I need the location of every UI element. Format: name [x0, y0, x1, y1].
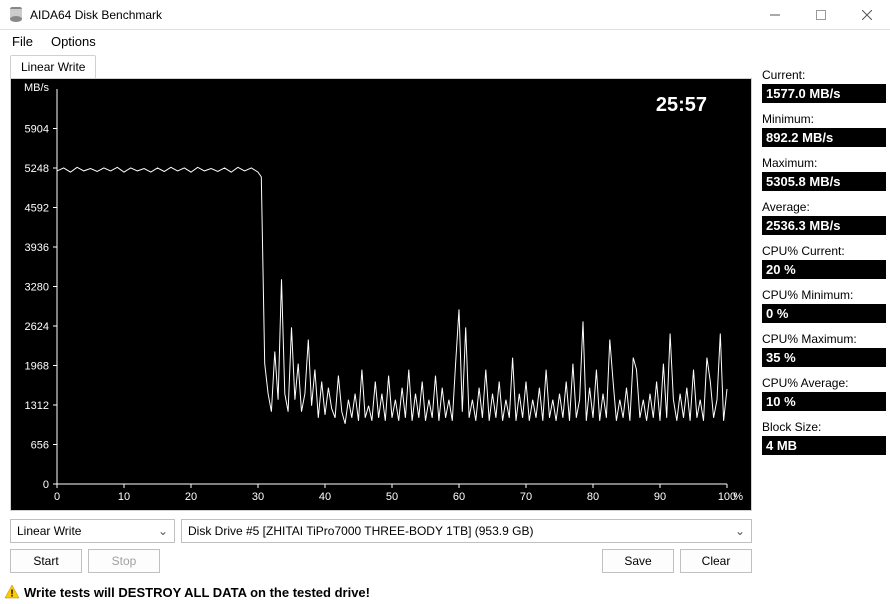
svg-text:3936: 3936 [25, 242, 49, 254]
svg-text:5248: 5248 [25, 163, 49, 175]
svg-text:2624: 2624 [25, 321, 49, 333]
stat-maximum-label: Maximum: [762, 156, 886, 170]
chevron-down-icon: ⌄ [735, 524, 745, 538]
svg-text:!: ! [10, 589, 13, 600]
chart-area: 0 656 1312 1968 2624 3280 3936 4592 5248 5904 MB/s… [10, 78, 752, 511]
drive-select[interactable]: Disk Drive #5 [ZHITAI TiPro7000 THREE-BO… [181, 519, 752, 543]
stat-cpu-maximum-value: 35 % [762, 348, 886, 367]
warning-text: Write tests will DESTROY ALL DATA on the… [24, 585, 370, 600]
svg-text:80: 80 [587, 491, 599, 503]
svg-text:MB/s: MB/s [24, 82, 50, 94]
mode-select[interactable]: Linear Write ⌄ [10, 519, 175, 543]
menu-file[interactable]: File [12, 34, 33, 49]
start-button[interactable]: Start [10, 549, 82, 573]
titlebar: AIDA64 Disk Benchmark [0, 0, 890, 30]
svg-text:10: 10 [118, 491, 130, 503]
window-title: AIDA64 Disk Benchmark [30, 8, 162, 22]
svg-text:30: 30 [252, 491, 264, 503]
svg-text:5904: 5904 [25, 124, 49, 136]
svg-text:60: 60 [453, 491, 465, 503]
menu-options[interactable]: Options [51, 34, 96, 49]
benchmark-chart: 0 656 1312 1968 2624 3280 3936 4592 5248 5904 MB/s… [11, 79, 751, 510]
stat-cpu-average-value: 10 % [762, 392, 886, 411]
stat-minimum-label: Minimum: [762, 112, 886, 126]
stats-panel: Current: 1577.0 MB/s Minimum: 892.2 MB/s… [762, 55, 890, 579]
stat-average-value: 2536.3 MB/s [762, 216, 886, 235]
svg-text:70: 70 [520, 491, 532, 503]
mode-select-value: Linear Write [17, 524, 81, 538]
close-button[interactable] [844, 0, 890, 30]
svg-text:3280: 3280 [25, 282, 49, 294]
svg-text:4592: 4592 [25, 203, 49, 215]
app-icon [8, 7, 24, 23]
stop-button[interactable]: Stop [88, 549, 160, 573]
stat-minimum-value: 892.2 MB/s [762, 128, 886, 147]
stat-cpu-minimum-value: 0 % [762, 304, 886, 323]
chevron-down-icon: ⌄ [158, 524, 168, 538]
stat-average-label: Average: [762, 200, 886, 214]
stat-cpu-average-label: CPU% Average: [762, 376, 886, 390]
svg-text:20: 20 [185, 491, 197, 503]
menu-bar: File Options [0, 30, 890, 55]
warning-bar: ! Write tests will DESTROY ALL DATA on t… [4, 582, 886, 602]
stat-cpu-current-label: CPU% Current: [762, 244, 886, 258]
minimize-button[interactable] [752, 0, 798, 30]
stat-maximum-value: 5305.8 MB/s [762, 172, 886, 191]
svg-text:90: 90 [654, 491, 666, 503]
warning-icon: ! [4, 584, 20, 600]
svg-text:40: 40 [319, 491, 331, 503]
svg-text:656: 656 [31, 440, 49, 452]
stat-block-label: Block Size: [762, 420, 886, 434]
stat-cpu-minimum-label: CPU% Minimum: [762, 288, 886, 302]
save-button[interactable]: Save [602, 549, 674, 573]
svg-text:1968: 1968 [25, 361, 49, 373]
stat-current-label: Current: [762, 68, 886, 82]
tab-label: Linear Write [21, 60, 85, 74]
stat-cpu-maximum-label: CPU% Maximum: [762, 332, 886, 346]
svg-text:1312: 1312 [25, 400, 49, 412]
drive-select-value: Disk Drive #5 [ZHITAI TiPro7000 THREE-BO… [188, 524, 533, 538]
svg-text:0: 0 [54, 491, 60, 503]
maximize-button[interactable] [798, 0, 844, 30]
svg-text:0: 0 [43, 479, 49, 491]
stat-cpu-current-value: 20 % [762, 260, 886, 279]
svg-text:25:57: 25:57 [656, 94, 707, 116]
stat-block-value: 4 MB [762, 436, 886, 455]
tab-linear-write[interactable]: Linear Write [10, 55, 96, 78]
stat-current-value: 1577.0 MB/s [762, 84, 886, 103]
svg-text:50: 50 [386, 491, 398, 503]
clear-button[interactable]: Clear [680, 549, 752, 573]
svg-text:%: % [733, 491, 743, 503]
